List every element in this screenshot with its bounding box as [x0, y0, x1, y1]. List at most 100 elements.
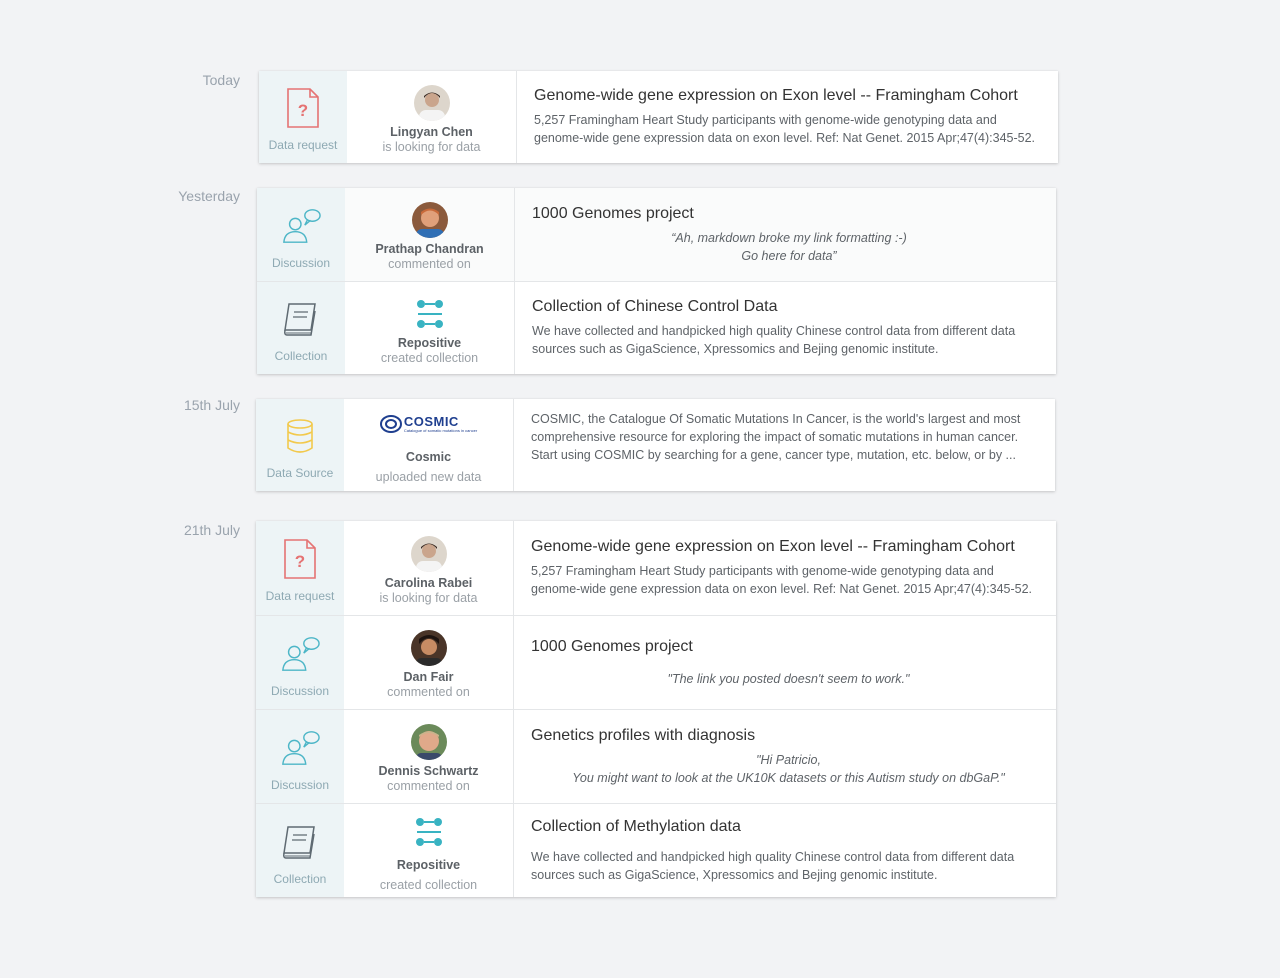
content-column: 1000 Genomes project "The link you poste…	[514, 616, 1056, 709]
type-column: Discussion	[256, 710, 344, 803]
cosmic-logo-text: COSMIC	[403, 413, 459, 429]
activity-card: ? Data request Carolina Rabei is looking…	[256, 521, 1056, 897]
comment-quote-line: "Hi Patricio,	[756, 752, 821, 767]
type-label: Collection	[274, 349, 328, 363]
item-description: 5,257 Framingham Heart Study participant…	[534, 113, 1036, 145]
user-column: Repositive created collection	[345, 282, 515, 374]
item-title[interactable]: Genome-wide gene expression on Exon leve…	[534, 87, 1048, 105]
item-title[interactable]: 1000 Genomes project	[531, 638, 1046, 656]
type-column: Collection	[256, 804, 344, 897]
date-label: 21th July	[183, 522, 240, 538]
user-action: is looking for data	[379, 590, 478, 605]
avatar[interactable]	[410, 535, 447, 572]
user-action: uploaded new data	[375, 470, 482, 484]
content-column: Collection of Chinese Control Data We ha…	[515, 282, 1056, 374]
type-column: Discussion	[257, 188, 345, 281]
user-action: commented on	[388, 257, 471, 271]
svg-text:?: ?	[295, 552, 305, 571]
date-label: Today	[202, 72, 240, 88]
item-title[interactable]: Collection of Chinese Control Data	[532, 298, 1046, 316]
type-label: Data request	[265, 589, 335, 603]
user-column: COSMIC Catalogue of somatic mutations in…	[344, 399, 514, 491]
comment-quote-line: "The link you posted doesn't seem to wor…	[667, 671, 910, 686]
content-column: Genome-wide gene expression on Exon leve…	[517, 71, 1058, 163]
cosmic-logo-subtext: Catalogue of somatic mutations in cancer	[403, 427, 478, 433]
repositive-logo-icon[interactable]	[412, 296, 448, 332]
type-column: ? Data request	[256, 521, 344, 615]
activity-item[interactable]: Discussion Dan Fair commented on 1000 Ge…	[256, 615, 1056, 709]
book-icon	[280, 822, 320, 862]
user-name[interactable]: Carolina Rabei	[385, 576, 473, 590]
svg-text:?: ?	[298, 101, 308, 120]
user-action: commented on	[387, 779, 470, 793]
type-column: ? Data request	[259, 71, 347, 163]
type-column: Discussion	[256, 616, 344, 709]
comment-quote-line: Go here for data”	[741, 248, 837, 263]
comment-quote-line: “Ah, markdown broke my link formatting :…	[671, 230, 907, 245]
user-name[interactable]: Dennis Schwartz	[378, 764, 478, 778]
avatar[interactable]	[410, 630, 447, 666]
type-label: Data request	[268, 138, 338, 152]
activity-card: ? Data request Lingyan Chen is looking f…	[259, 71, 1058, 163]
item-description: 5,257 Framingham Heart Study participant…	[531, 564, 1033, 596]
user-action: is looking for data	[382, 139, 481, 154]
user-name[interactable]: Dan Fair	[403, 670, 453, 684]
question-document-icon: ?	[280, 539, 320, 579]
user-column: Carolina Rabei is looking for data	[344, 521, 514, 615]
type-column: Collection	[257, 282, 345, 374]
user-column: Repositive created collection	[344, 804, 514, 897]
item-title[interactable]: 1000 Genomes project	[532, 205, 1046, 223]
date-label: 15th July	[183, 397, 240, 413]
user-column: Lingyan Chen is looking for data	[347, 71, 517, 163]
content-column: Genetics profiles with diagnosis "Hi Pat…	[514, 710, 1056, 803]
activity-item[interactable]: Discussion Prathap Chandran commented on…	[257, 188, 1056, 281]
avatar[interactable]	[413, 84, 450, 121]
user-action: created collection	[380, 350, 479, 365]
item-description: We have collected and handpicked high qu…	[532, 324, 1016, 356]
discussion-icon	[281, 206, 321, 246]
activity-item[interactable]: ? Data request Lingyan Chen is looking f…	[259, 71, 1058, 163]
date-label: Yesterday	[178, 188, 240, 204]
item-title[interactable]: Collection of Methylation data	[531, 818, 1046, 836]
cosmic-emblem-icon	[379, 415, 402, 433]
discussion-icon	[280, 728, 320, 768]
item-description: We have collected and handpicked high qu…	[531, 849, 1015, 882]
avatar[interactable]	[410, 724, 447, 760]
activity-item[interactable]: Collection Repositive created collection…	[257, 281, 1056, 374]
content-column: COSMIC, the Catalogue Of Somatic Mutatio…	[514, 399, 1055, 491]
activity-card: Data Source COSMIC Catalogue of somatic …	[256, 399, 1055, 491]
content-column: Genome-wide gene expression on Exon leve…	[514, 521, 1056, 615]
type-label: Data Source	[266, 466, 334, 480]
user-action: created collection	[379, 877, 478, 892]
content-column: 1000 Genomes project “Ah, markdown broke…	[515, 188, 1056, 281]
repositive-logo-icon[interactable]	[411, 814, 447, 850]
type-column: Data Source	[256, 399, 344, 491]
activity-item[interactable]: ? Data request Carolina Rabei is looking…	[256, 521, 1056, 615]
item-title[interactable]: Genetics profiles with diagnosis	[531, 727, 1046, 745]
activity-item[interactable]: Discussion Dennis Schwartz commented on …	[256, 709, 1056, 803]
discussion-icon	[280, 634, 320, 674]
question-document-icon: ?	[283, 88, 323, 128]
user-name[interactable]: Prathap Chandran	[375, 242, 483, 256]
database-icon	[280, 416, 320, 456]
user-column: Dan Fair commented on	[344, 616, 514, 709]
book-icon	[281, 299, 321, 339]
user-name[interactable]: Repositive	[398, 336, 461, 350]
user-column: Dennis Schwartz commented on	[344, 710, 514, 803]
user-action: commented on	[387, 685, 470, 699]
cosmic-logo[interactable]: COSMIC Catalogue of somatic mutations in…	[379, 410, 478, 438]
comment-quote-line: You might want to look at the UK10K data…	[572, 770, 1005, 785]
avatar[interactable]	[411, 202, 448, 238]
type-label: Discussion	[270, 683, 330, 698]
user-name[interactable]: Lingyan Chen	[390, 125, 473, 139]
user-name[interactable]: Cosmic	[406, 450, 451, 464]
type-label: Discussion	[271, 255, 331, 270]
user-name[interactable]: Repositive	[397, 858, 460, 872]
content-column: Collection of Methylation data We have c…	[514, 804, 1056, 897]
item-title[interactable]: Genome-wide gene expression on Exon leve…	[531, 538, 1046, 556]
activity-card: Discussion Prathap Chandran commented on…	[257, 188, 1056, 374]
type-label: Collection	[273, 871, 327, 886]
item-description: COSMIC, the Catalogue Of Somatic Mutatio…	[531, 412, 1021, 462]
activity-item[interactable]: Collection Repositive created collection…	[256, 803, 1056, 897]
activity-item[interactable]: Data Source COSMIC Catalogue of somatic …	[256, 399, 1055, 491]
